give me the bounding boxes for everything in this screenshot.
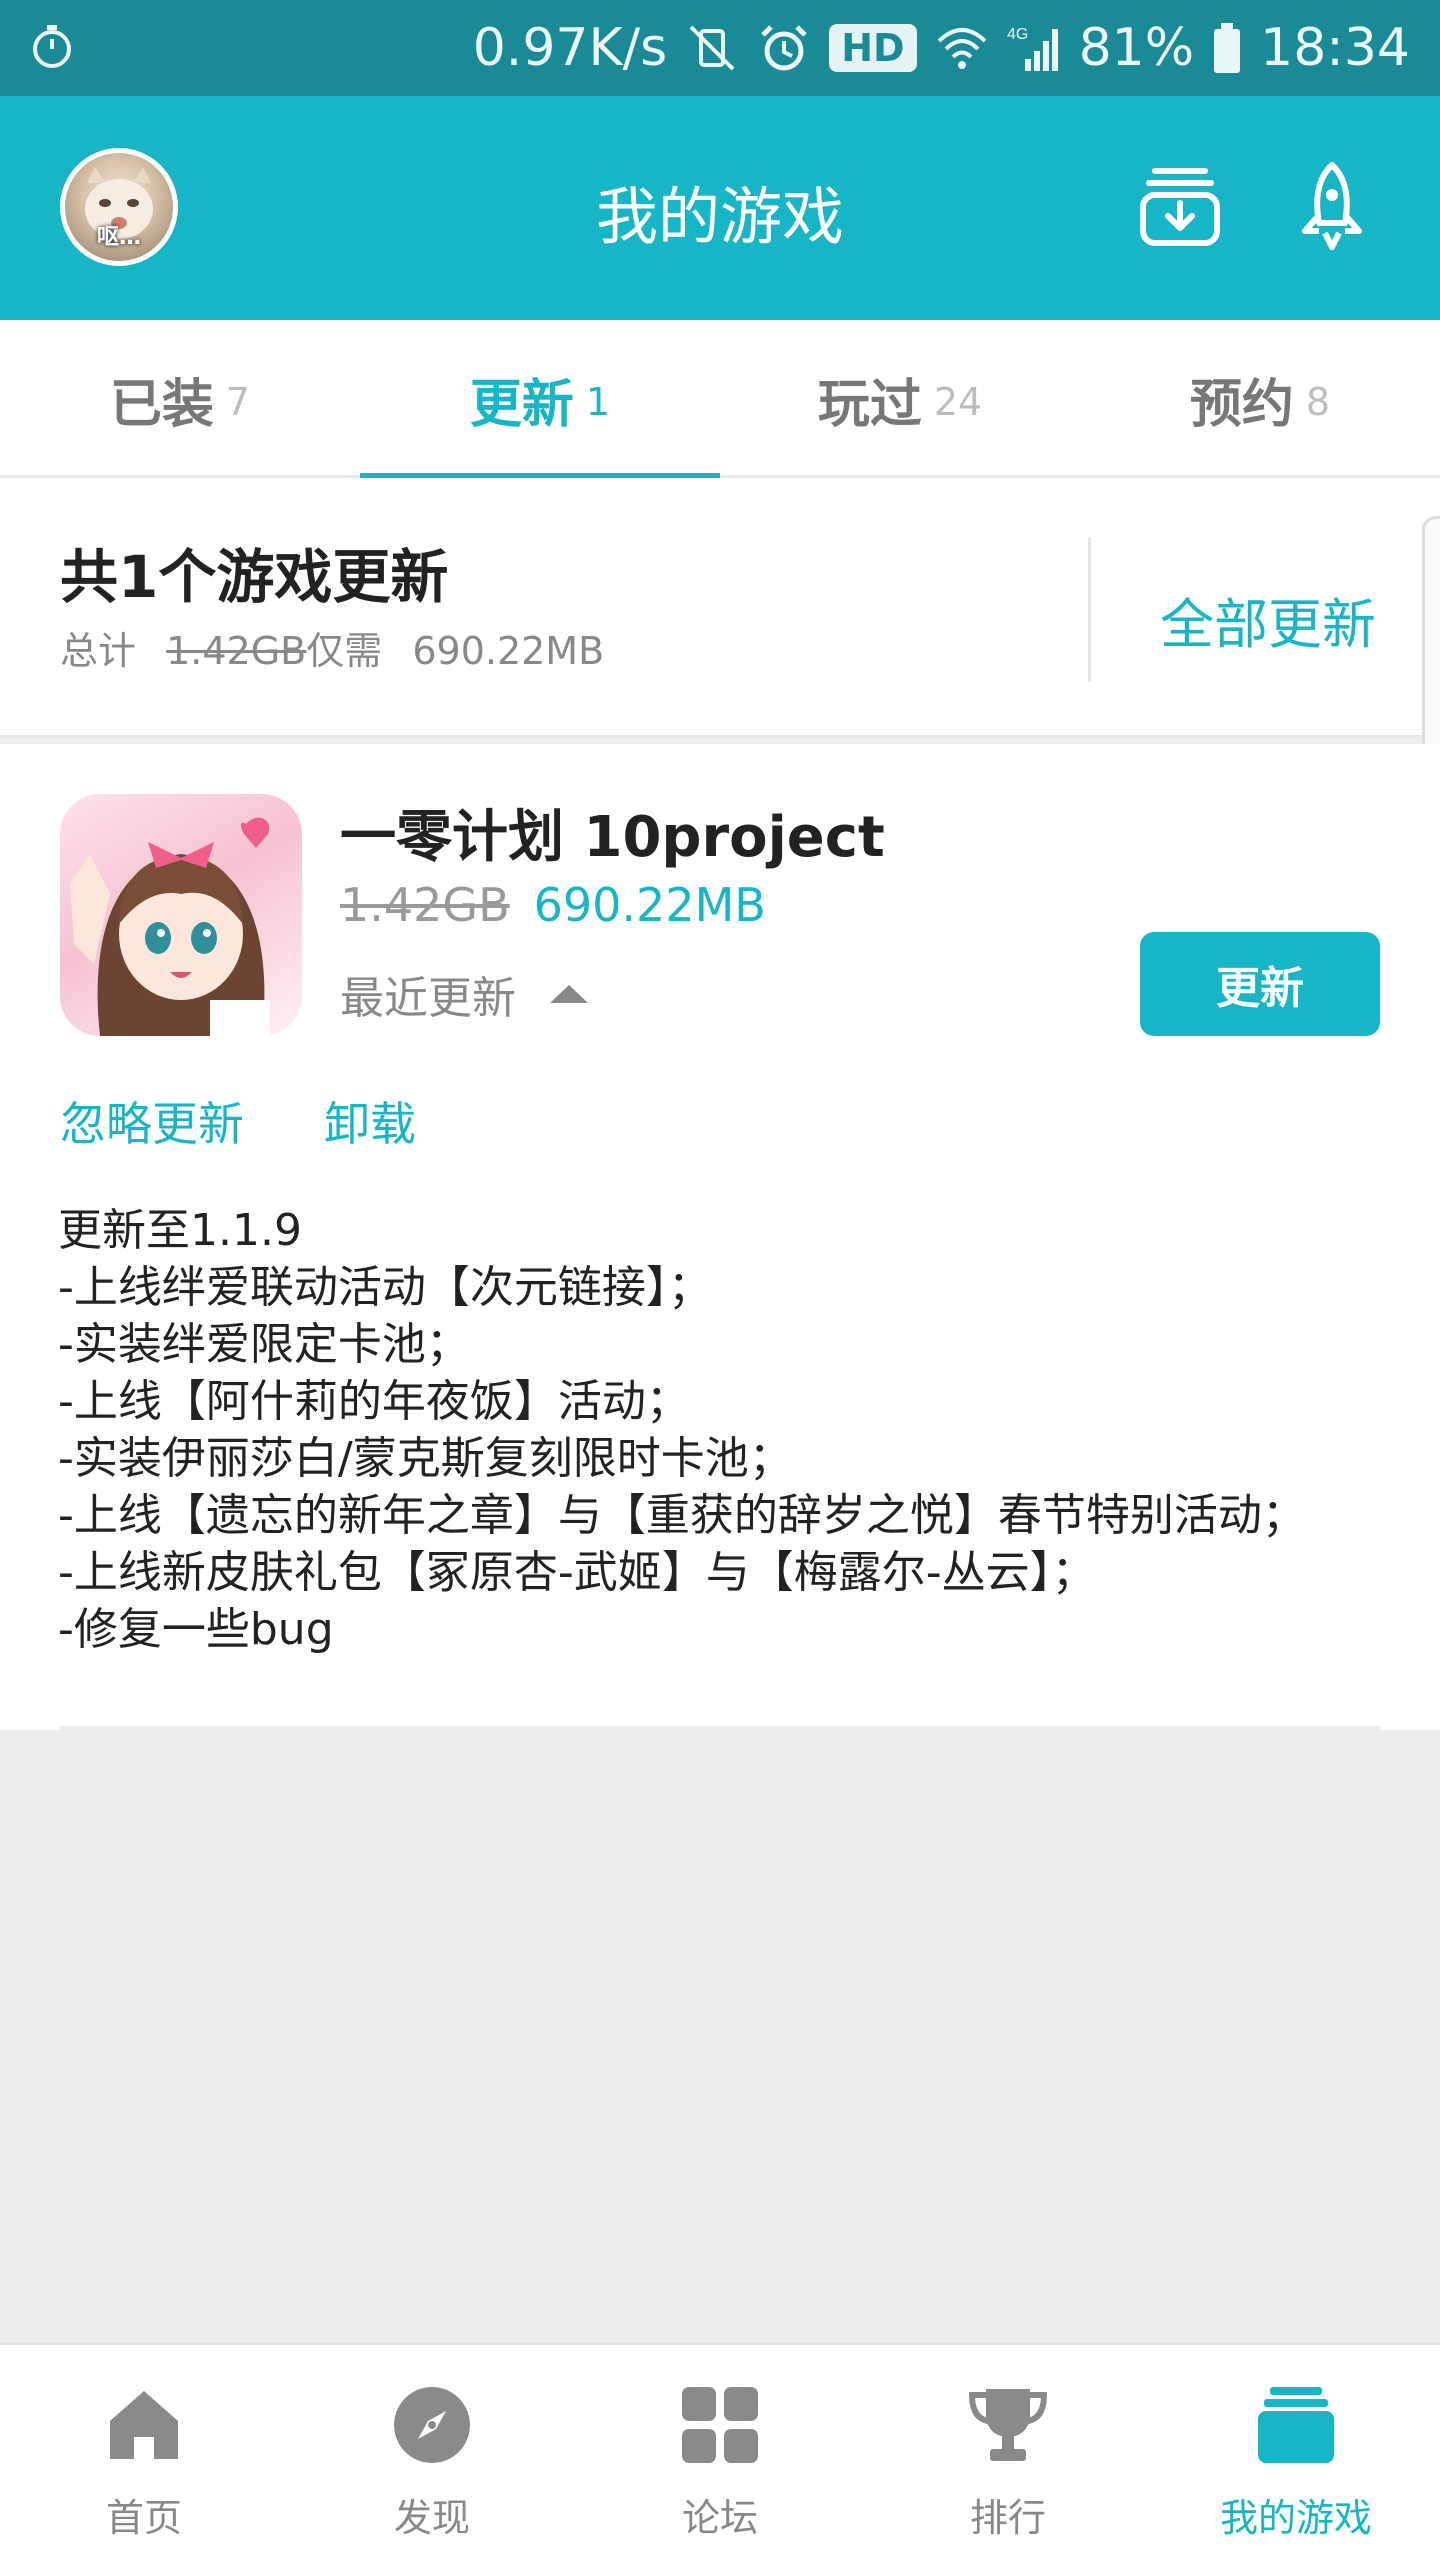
update-summary: 共1个游戏更新 总计 1.42GB仅需 690.22MB 全部更新 [0, 478, 1440, 738]
compass-icon [394, 2387, 470, 2463]
changelog-line: -上线新皮肤礼包【冢原杏-武姬】与【梅露尔-丛云】； [58, 1547, 1096, 1598]
download-manager-button[interactable] [1130, 156, 1230, 256]
vibrate-mute-icon [689, 25, 735, 71]
nav-label: 论坛 [681, 2496, 758, 2540]
only-need-label: 仅需 [306, 629, 383, 673]
nav-label: 排行 [969, 2496, 1046, 2540]
tab-count: 1 [585, 380, 611, 424]
tab-reserved[interactable]: 预约 8 [1080, 320, 1440, 478]
recent-update-label: 最近更新 [340, 973, 516, 1024]
tab-count: 8 [1305, 380, 1331, 424]
tab-updates[interactable]: 更新 1 [360, 320, 720, 481]
nav-forum[interactable]: 论坛 [576, 2345, 864, 2560]
signal-icon: 4G [1007, 26, 1058, 71]
changelog-line: -上线绊爱联动活动【次元链接】； [58, 1262, 712, 1313]
net-speed: 0.97K/s [472, 18, 668, 78]
changelog-line: -修复一些bug [58, 1604, 334, 1655]
recent-update-toggle[interactable]: 最近更新 [340, 962, 588, 1026]
changelog-line: -上线【阿什莉的年夜饭】活动； [58, 1376, 690, 1427]
total-label: 总计 [60, 629, 137, 673]
tab-installed[interactable]: 已装 7 [0, 320, 360, 478]
ignore-update-link[interactable]: 忽略更新 [60, 1088, 244, 1154]
alarm-icon [761, 25, 807, 71]
tab-label: 更新 [469, 374, 574, 435]
new-size: 690.22MB [533, 878, 766, 932]
download-tray-icon [1140, 168, 1220, 246]
uninstall-link[interactable]: 卸载 [324, 1088, 416, 1154]
caret-up-icon [550, 985, 588, 1003]
game-icon[interactable] [60, 794, 302, 1036]
speedup-button[interactable] [1282, 156, 1382, 256]
tab-label: 已装 [109, 374, 214, 435]
hd-badge: HD [829, 24, 917, 72]
new-total-size: 690.22MB [412, 629, 605, 673]
trophy-icon [968, 2389, 1048, 2461]
game-update-card: 一零计划 10project 1.42GB 690.22MB 最近更新 更新 忽略… [0, 744, 1440, 1730]
update-button[interactable]: 更新 [1140, 932, 1380, 1036]
changelog-line: -实装伊丽莎白/蒙克斯复刻限时卡池； [58, 1433, 793, 1484]
nav-label: 发现 [393, 2496, 470, 2540]
changelog-line: -实装绊爱限定卡池； [58, 1319, 470, 1370]
status-bar: 0.97K/s HD 4G 81% 18:34 [0, 0, 1440, 96]
rocket-icon [1302, 162, 1362, 250]
summary-size: 总计 1.42GB仅需 690.22MB [60, 620, 604, 675]
old-size: 1.42GB [340, 878, 510, 932]
stopwatch-icon [33, 25, 71, 68]
app-header: 呕… 我的游戏 [0, 96, 1440, 320]
tab-count: 7 [225, 380, 251, 424]
grid-icon [682, 2387, 758, 2463]
changelog-line: 更新至1.1.9 [58, 1205, 302, 1256]
nav-ranking[interactable]: 排行 [864, 2345, 1152, 2560]
nav-my-games[interactable]: 我的游戏 [1152, 2345, 1440, 2560]
old-total-size: 1.42GB [166, 629, 307, 673]
tab-count: 24 [933, 380, 983, 424]
changelog-line: -上线【遗忘的新年之章】与【重获的辞岁之悦】春节特别活动； [58, 1490, 1306, 1541]
tab-label: 玩过 [817, 374, 922, 435]
summary-title: 共1个游戏更新 [60, 543, 449, 611]
divider [1088, 538, 1091, 682]
bottom-nav: 首页 发现 论坛 排行 我的游戏 [0, 2342, 1440, 2560]
game-avatar-image [70, 817, 270, 1036]
nav-label: 我的游戏 [1219, 2496, 1372, 2540]
tab-bar: 已装 7 更新 1 玩过 24 预约 8 [0, 320, 1440, 481]
tab-label: 预约 [1189, 374, 1294, 435]
nav-label: 首页 [105, 2496, 182, 2540]
home-icon [110, 2391, 178, 2459]
tab-played[interactable]: 玩过 24 [720, 320, 1080, 478]
wifi-icon [937, 28, 986, 69]
battery-icon [1214, 23, 1241, 73]
changelog: 更新至1.1.9 -上线绊爱联动活动【次元链接】； -实装绊爱限定卡池； -上线… [58, 1202, 1398, 1658]
game-size: 1.42GB 690.22MB [340, 878, 766, 932]
battery-percent: 81% [1078, 18, 1195, 78]
nav-discover[interactable]: 发现 [288, 2345, 576, 2560]
update-all-button[interactable]: 全部更新 [1160, 580, 1376, 659]
divider [60, 1726, 1380, 1730]
nav-home[interactable]: 首页 [0, 2345, 288, 2560]
clock: 18:34 [1260, 18, 1410, 78]
game-title[interactable]: 一零计划 10project [340, 792, 885, 873]
stack-icon [1258, 2387, 1334, 2463]
network-type: 4G [1007, 26, 1028, 43]
